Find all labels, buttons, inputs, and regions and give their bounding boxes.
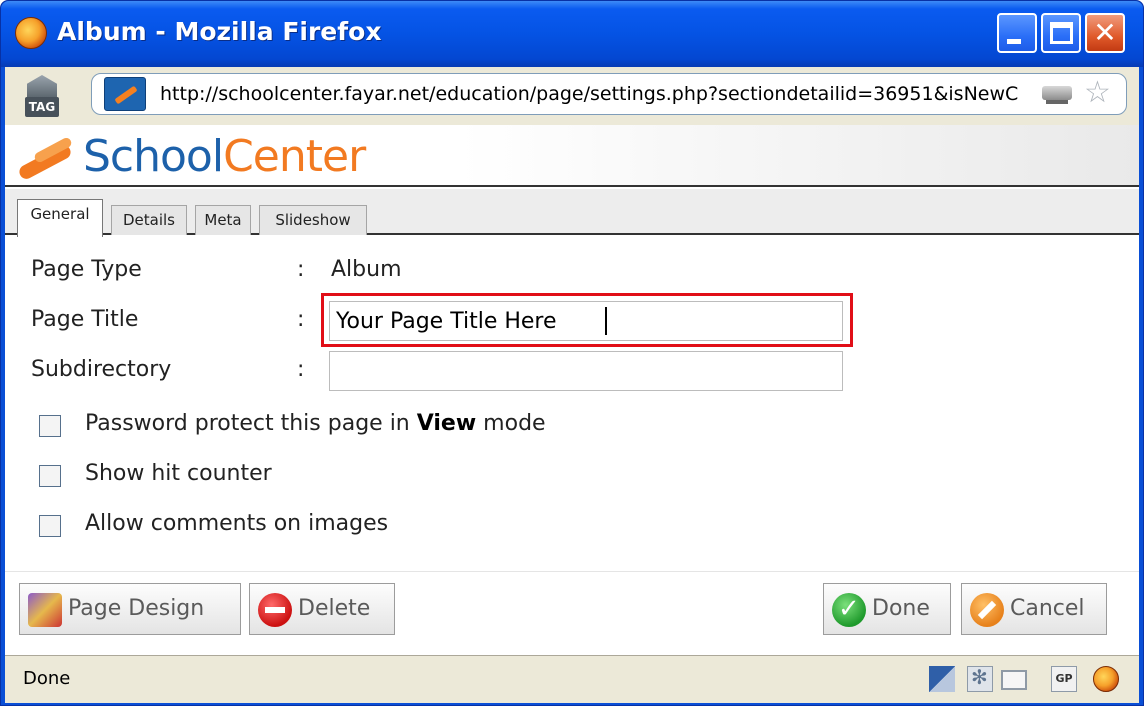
firefox-icon [15,17,47,49]
done-button[interactable]: Done [823,583,951,635]
status-bar: Done GP [5,655,1139,703]
subdirectory-colon: : [297,357,305,382]
page-design-icon [28,593,62,627]
allow-comments-label[interactable]: Allow comments on images [85,511,388,536]
feed-icon[interactable] [1042,82,1072,106]
schoolcenter-logo: SchoolCenter [83,131,366,182]
delete-label: Delete [298,596,371,621]
subdirectory-label: Subdirectory [31,357,172,382]
url-field[interactable]: http://schoolcenter.fayar.net/education/… [91,73,1127,115]
maximize-button[interactable] [1041,13,1081,53]
tag-label: TAG [25,97,59,117]
feed-icon-slots [1046,100,1068,104]
mail-icon[interactable] [1001,670,1027,690]
tag-roof-shape [27,75,57,97]
title-bar[interactable]: Album - Mozilla Firefox ✕ [1,1,1143,67]
cancel-icon [970,593,1004,627]
delete-icon [258,593,292,627]
hit-counter-checkbox[interactable] [39,465,61,487]
subdirectory-input[interactable] [329,351,843,391]
gp-badge-icon[interactable]: GP [1051,666,1077,692]
done-label: Done [872,596,930,621]
password-protect-text-pre: Password protect this page in [85,411,417,436]
site-favicon-icon [104,77,146,111]
feed-icon-base [1042,86,1072,100]
page-type-colon: : [297,257,305,282]
firefox-window: Album - Mozilla Firefox ✕ TAG http://sch… [0,0,1144,706]
cancel-label: Cancel [1010,596,1085,621]
addon-settings-icon[interactable] [967,665,993,692]
logo-school: School [83,131,224,182]
tab-slideshow[interactable]: Slideshow [259,205,367,235]
maximize-icon [1050,22,1073,44]
cancel-button[interactable]: Cancel [961,583,1107,635]
delete-button[interactable]: Delete [249,583,395,635]
password-protect-text-bold: View [416,411,477,436]
logo-center: Center [223,131,366,182]
window-title: Album - Mozilla Firefox [57,17,382,46]
allow-comments-checkbox[interactable] [39,515,61,537]
text-caret [605,307,607,335]
screen-capture-icon[interactable] [929,666,955,692]
page-title-highlight [321,293,853,347]
page-title-colon: : [297,307,305,332]
checkmark-icon [832,593,866,627]
schoolcenter-swoosh-icon [16,136,75,182]
status-text: Done [23,668,71,689]
tab-meta[interactable]: Meta [195,205,251,235]
hit-counter-label[interactable]: Show hit counter [85,461,272,486]
close-icon: ✕ [1093,16,1117,49]
bookmark-star-icon[interactable]: ☆ [1084,76,1111,110]
page-type-value: Album [331,257,402,282]
password-protect-checkbox[interactable] [39,415,61,437]
page-design-button[interactable]: Page Design [19,583,241,635]
page-type-label: Page Type [31,257,142,282]
password-protect-text-post: mode [476,411,546,436]
tab-details[interactable]: Details [111,205,187,235]
password-protect-label[interactable]: Password protect this page in View mode [85,411,546,436]
firefox-status-icon[interactable] [1093,666,1119,692]
tab-general[interactable]: General [17,199,103,237]
minimize-icon [1007,39,1021,44]
minimize-button[interactable] [997,13,1037,53]
page-title-label: Page Title [31,307,139,332]
settings-form: Page Type : Album Page Title : Subdirect… [5,237,1139,573]
tag-icon[interactable]: TAG [23,71,63,121]
close-button[interactable]: ✕ [1085,13,1125,53]
button-separator [5,571,1139,572]
url-text[interactable]: http://schoolcenter.fayar.net/education/… [160,83,1030,105]
page-content: SchoolCenter General Details Meta Slides… [5,125,1139,655]
tab-bar: General Details Meta Slideshow [5,189,1139,237]
schoolcenter-header: SchoolCenter [5,125,1139,187]
page-design-label: Page Design [68,596,205,621]
address-bar: TAG http://schoolcenter.fayar.net/educat… [5,67,1139,125]
